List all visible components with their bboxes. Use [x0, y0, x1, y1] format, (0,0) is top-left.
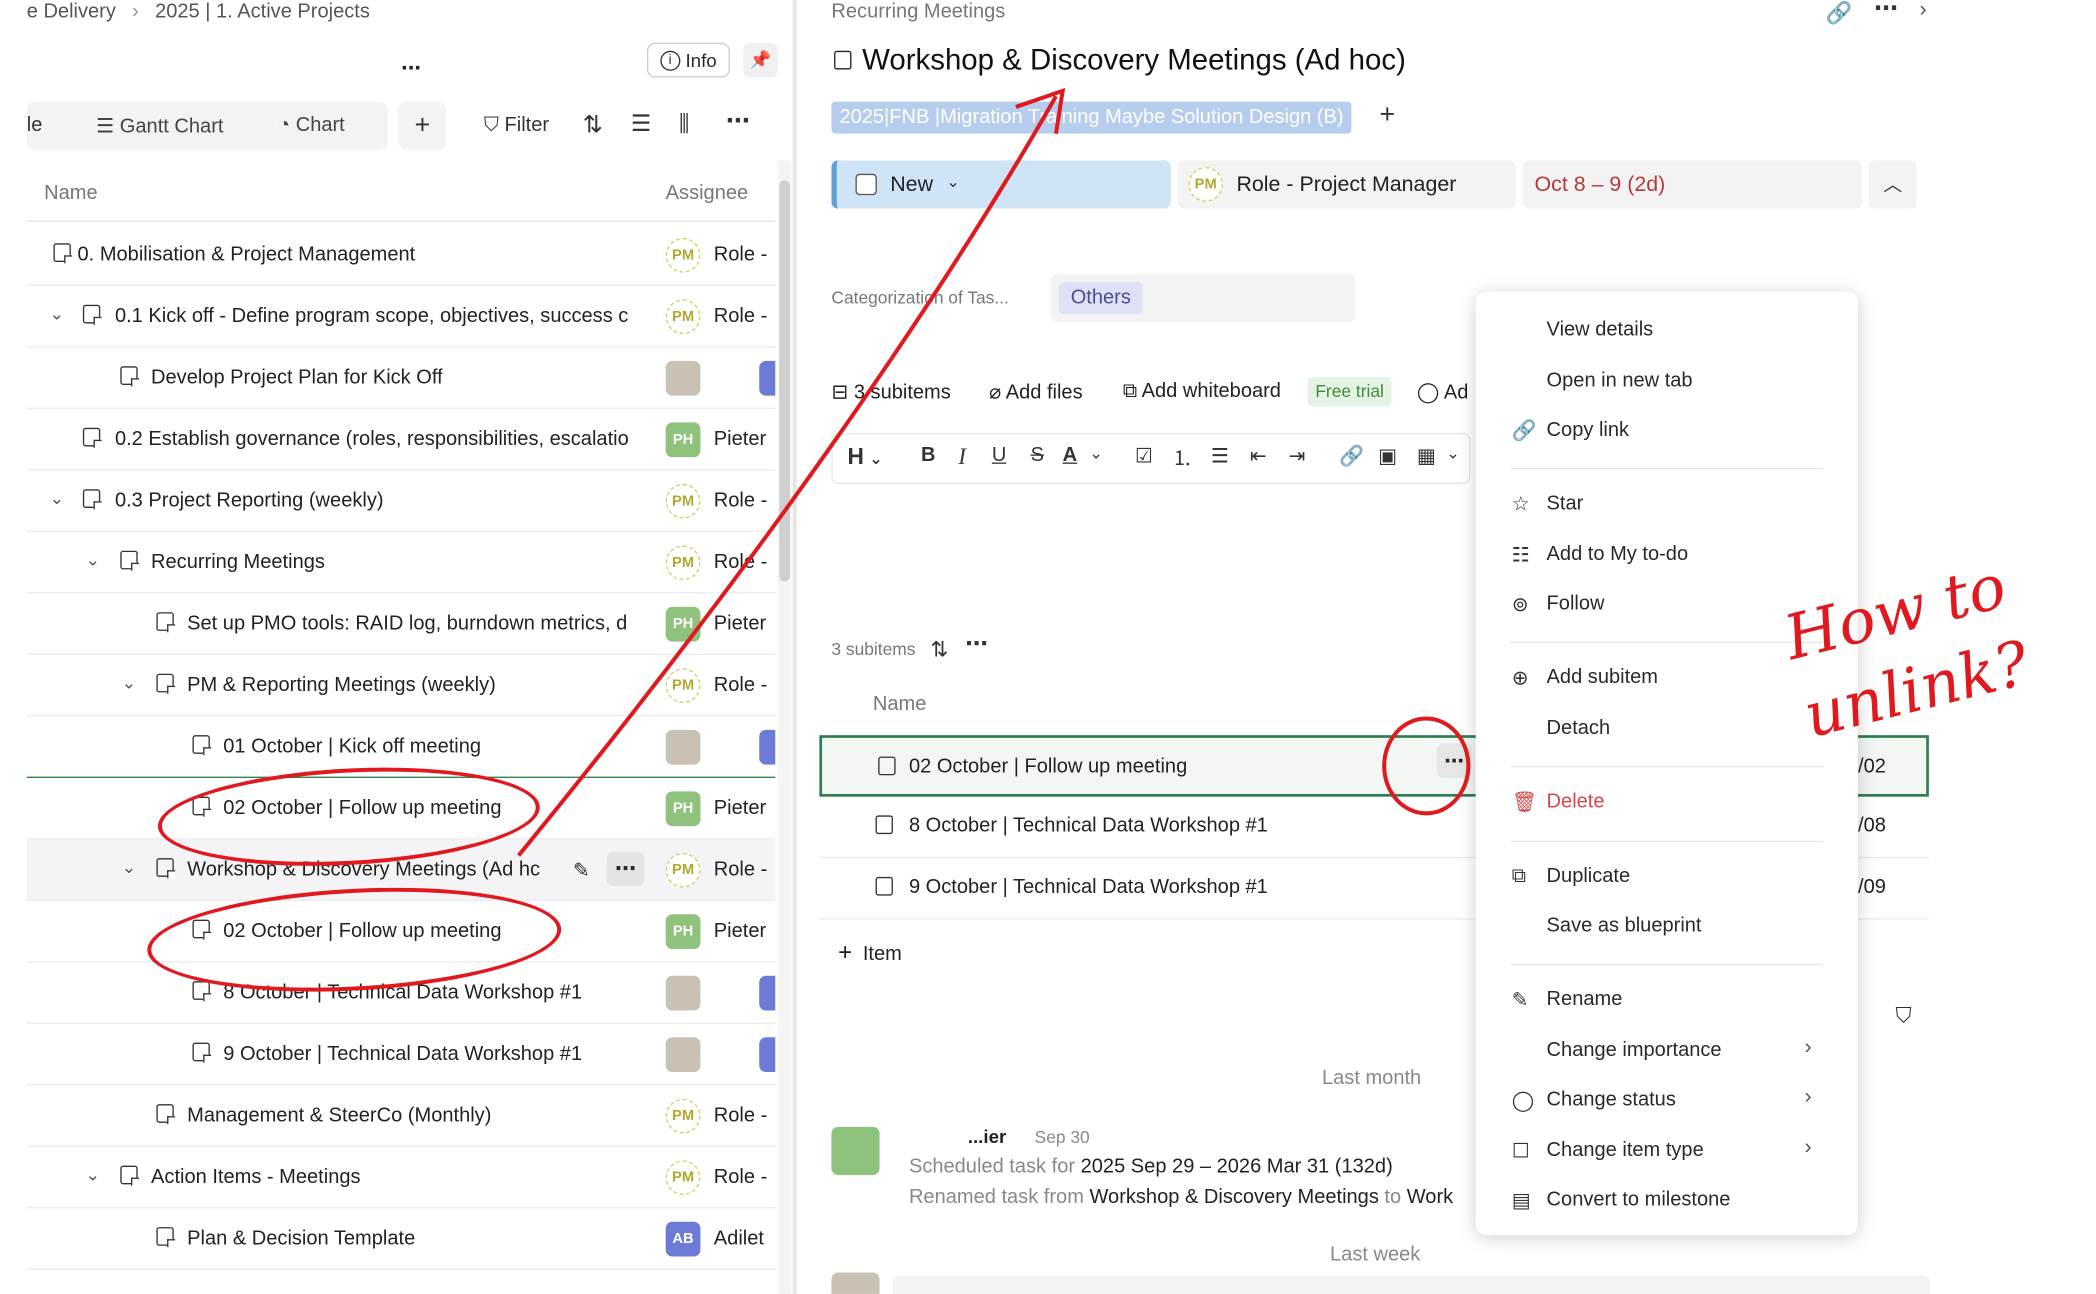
annotation-arrow	[517, 87, 1066, 857]
app-window: e Delivery › 2025 | 1. Active Projects .…	[0, 0, 2096, 1294]
